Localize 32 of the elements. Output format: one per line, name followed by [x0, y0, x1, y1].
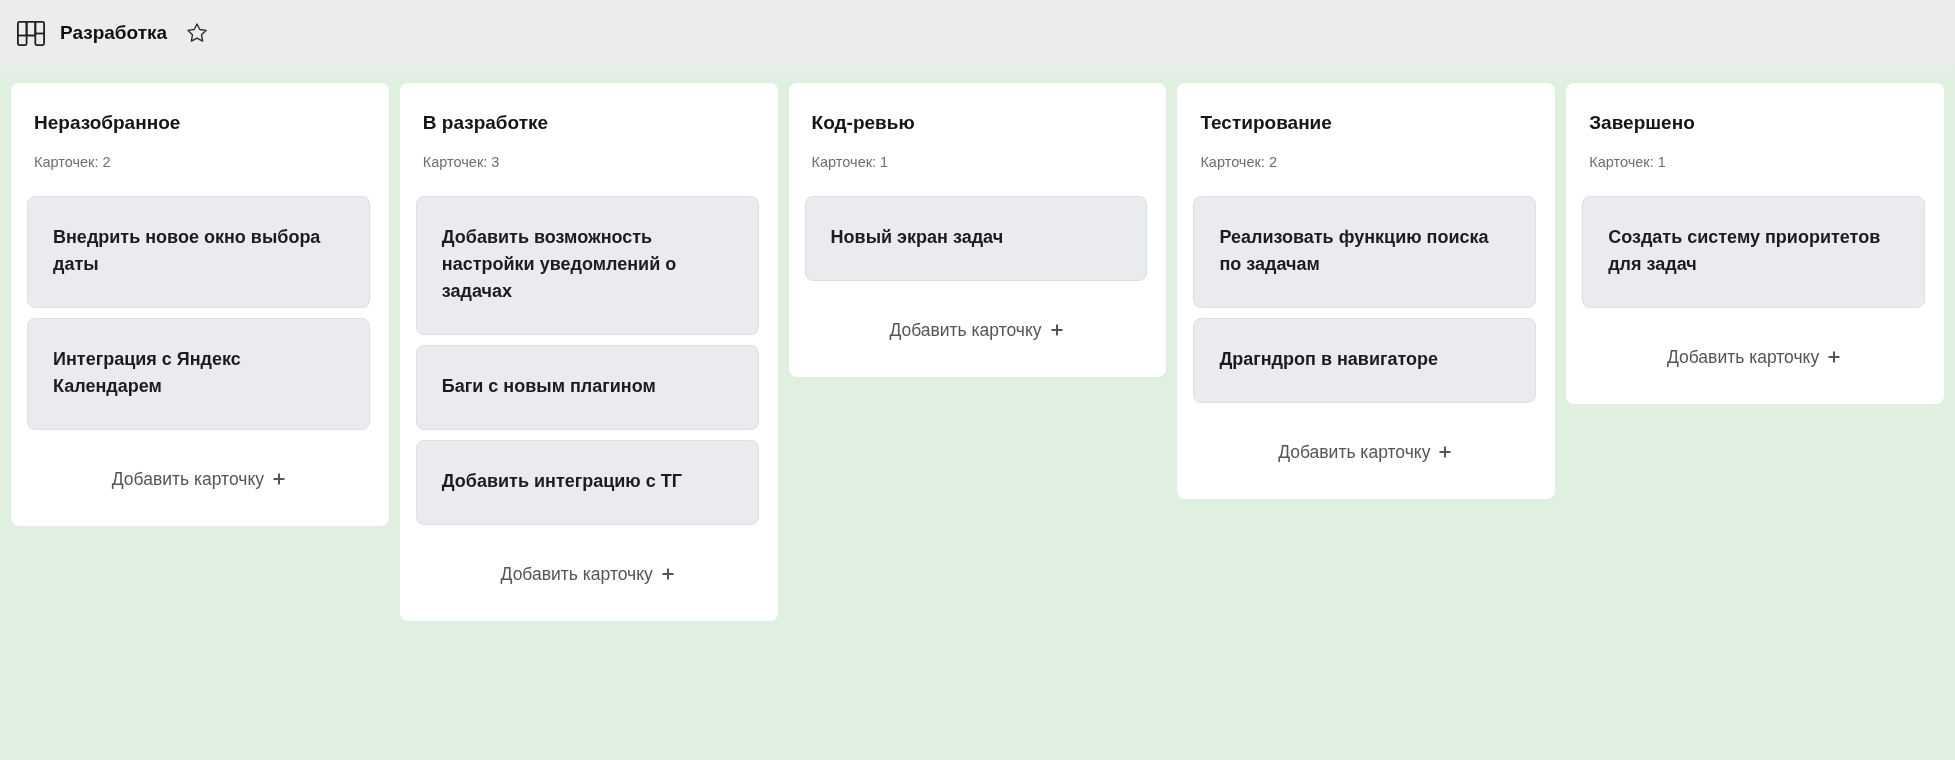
task-card[interactable]: Добавить возможность настройки уведомлений о задачах: [415, 196, 759, 335]
column-title: Неразобранное: [34, 111, 182, 135]
task-card[interactable]: Интеграция с Яндекс Календарем: [27, 318, 370, 430]
task-card[interactable]: Драгндроп в навигаторе: [1193, 318, 1537, 403]
plus-icon: [1439, 446, 1452, 458]
column-title: Код-ревью: [811, 111, 916, 135]
task-card[interactable]: Реализовать функцию поиска по задачам: [1193, 196, 1537, 308]
plus-icon: [661, 568, 674, 580]
task-card[interactable]: Новый экран задач: [804, 196, 1148, 281]
task-card[interactable]: Добавить интеграцию с ТГ: [415, 440, 759, 525]
add-card-button[interactable]: Добавить карточку: [1658, 341, 1849, 373]
column-title: В разработке: [422, 111, 550, 135]
card-count: Карточек: 2: [1200, 153, 1278, 171]
task-card[interactable]: Баги с новым плагином: [415, 345, 759, 430]
task-card[interactable]: Создать систему приоритетов для задач: [1582, 196, 1925, 308]
column-title: Завершено: [1589, 111, 1696, 135]
add-card-button[interactable]: Добавить карточку: [103, 463, 293, 495]
board-icon: [17, 21, 45, 46]
column-title: Тестирование: [1200, 111, 1333, 135]
card-count: Карточек: 2: [34, 153, 112, 171]
add-card-button[interactable]: Добавить карточку: [881, 314, 1071, 346]
card-count: Карточек: 1: [811, 153, 890, 171]
card-count: Карточек: 3: [422, 153, 501, 171]
plus-icon: [273, 473, 285, 485]
card-count: Карточек: 1: [1589, 153, 1667, 171]
plus-icon: [1828, 351, 1841, 363]
add-card-button[interactable]: Добавить карточку: [492, 558, 682, 590]
task-card[interactable]: Внедрить новое окно выбора даты: [27, 196, 370, 308]
star-icon[interactable]: [187, 23, 208, 42]
plus-icon: [1050, 324, 1063, 336]
add-card-button[interactable]: Добавить карточку: [1270, 436, 1460, 468]
board-title: Разработка: [60, 20, 168, 45]
